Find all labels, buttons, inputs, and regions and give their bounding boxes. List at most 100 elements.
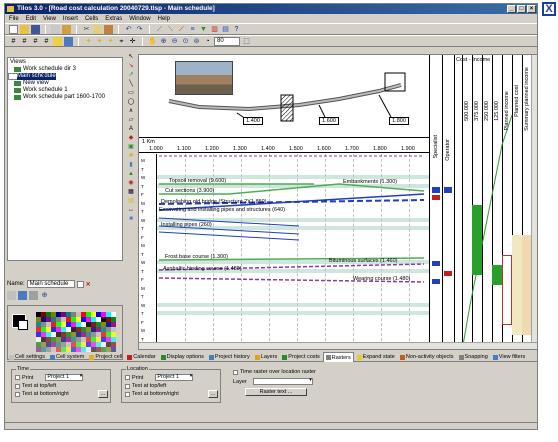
bg-color-swatch[interactable] [18, 320, 28, 330]
menu-insert[interactable]: Insert [63, 16, 78, 22]
tab-cell-system[interactable]: Cell system [48, 352, 86, 362]
time-more-button[interactable]: … [98, 390, 108, 398]
copy-icon[interactable] [93, 24, 102, 34]
location-topleft-checkbox[interactable] [125, 383, 130, 389]
grid-time-icon[interactable]: # [31, 37, 40, 46]
report-icon[interactable]: ▤ [221, 25, 230, 34]
pointer-icon[interactable]: ↖ [127, 54, 135, 61]
zoom-all-icon[interactable]: ⊚ [192, 37, 201, 46]
activity-label[interactable]: Bituminous surfaces (1.460) [329, 258, 397, 264]
tab-rasters[interactable]: Rasters [322, 352, 354, 362]
list-item[interactable]: Work schedule 1 [8, 87, 122, 94]
vertical-scrollbar[interactable] [531, 55, 537, 345]
link-sequence-icon[interactable]: ⟍ [166, 25, 175, 34]
zoom-combo[interactable]: 80 [214, 36, 240, 46]
raster-text-button[interactable]: Raster text ... [245, 388, 307, 396]
window-close-icon[interactable]: × [527, 5, 536, 13]
menu-window[interactable]: Window [129, 16, 150, 22]
menu-file[interactable]: File [9, 16, 19, 22]
activity-label[interactable]: Frost base course (1.300) [165, 254, 228, 260]
crosshair-icon[interactable]: ⌖ [117, 37, 126, 46]
layer-icon[interactable] [53, 36, 62, 46]
grid-location-icon[interactable]: # [42, 37, 51, 46]
line-icon[interactable]: ╲ [127, 81, 135, 88]
activity-icon[interactable]: ↘ [127, 63, 135, 70]
tab-cell-settings[interactable]: Cell settings [7, 352, 47, 362]
name-field[interactable]: Main schedule [26, 280, 75, 288]
zoom-in-icon[interactable]: ⊕ [159, 37, 168, 46]
cut-icon[interactable]: ✂ [82, 25, 91, 34]
raster-over-checkbox[interactable] [233, 369, 238, 375]
tab-view-filters[interactable]: View filters [491, 352, 528, 362]
activity-label[interactable]: Installing pipes (260) [161, 222, 212, 228]
activity-label[interactable]: Asphaltic binding course (1.480) [163, 266, 242, 272]
menu-extras[interactable]: Extras [105, 16, 122, 22]
activity-label[interactable]: Wearing course (1.480) [353, 276, 410, 282]
crosshair2-icon[interactable]: ✛ [128, 37, 137, 46]
unlink-icon[interactable]: ⟋ [177, 25, 186, 34]
location-more-button[interactable]: … [208, 390, 218, 398]
activity-label[interactable]: Cut sections (3.900) [165, 188, 214, 194]
grid-snap-icon[interactable]: # [20, 37, 29, 46]
ellipse-icon[interactable]: ◯ [127, 99, 135, 106]
graph-icon[interactable]: ▲ [127, 171, 135, 178]
table-icon[interactable] [64, 36, 73, 46]
arrange-icon[interactable]: ≡ [188, 25, 197, 34]
redo-icon[interactable]: ↷ [135, 25, 144, 34]
text-icon[interactable]: A [127, 126, 135, 133]
undo-icon[interactable]: ↶ [124, 25, 133, 34]
list-item[interactable]: New view [8, 80, 122, 87]
paste-icon[interactable] [104, 24, 113, 34]
layer-select[interactable] [252, 378, 313, 385]
polygon-icon[interactable]: ▱ [127, 117, 135, 124]
schedule-canvas[interactable]: 1.400 1.600 1.800 1 Km 1.000 1.100 1.200… [138, 54, 538, 350]
menu-view[interactable]: View [43, 16, 56, 22]
tab-expand-state[interactable]: Expand state [355, 352, 397, 362]
filter-icon[interactable]: ▼ [199, 25, 208, 34]
refresh-icon[interactable]: ◔ [203, 37, 212, 46]
star-icon[interactable]: ✦ [84, 37, 93, 46]
tab-calendar[interactable]: Calendar [125, 352, 157, 362]
print-view-icon[interactable] [29, 291, 38, 300]
new-file-icon[interactable] [9, 24, 18, 34]
rect-icon[interactable]: ▭ [127, 90, 135, 97]
time-topleft-checkbox[interactable] [15, 383, 20, 389]
star3-icon[interactable]: ✦ [106, 37, 115, 46]
milestone-icon[interactable]: ◉ [127, 180, 135, 187]
location-project-select[interactable]: Project 1 [155, 374, 194, 381]
fill-icon[interactable]: ◆ [127, 135, 135, 142]
activity-label[interactable]: Demolishing old bridge (Structure 2)(1.8… [161, 199, 266, 205]
copy-view-icon[interactable] [7, 291, 16, 300]
stamp-icon[interactable]: ■ [127, 216, 135, 223]
activity-label[interactable]: Excavating and installing pipes and stru… [159, 207, 285, 213]
delete-view-icon[interactable]: ✕ [86, 281, 91, 288]
tab-project-costs[interactable]: Project costs [280, 352, 321, 362]
print-preview-icon[interactable] [62, 24, 71, 34]
help-icon[interactable]: ? [232, 25, 241, 34]
view-props-icon[interactable] [18, 291, 27, 300]
menu-cells[interactable]: Cells [85, 16, 98, 22]
link-icon[interactable]: ⟋ [155, 25, 164, 34]
link-tool-icon[interactable]: ↗ [127, 72, 135, 79]
tab-display-options[interactable]: Display options [159, 352, 206, 362]
close-icon[interactable]: X [542, 2, 556, 16]
bar-icon[interactable]: ▮ [127, 162, 135, 169]
tab-project-cell[interactable]: Project cell [87, 352, 124, 362]
menu-edit[interactable]: Edit [26, 16, 36, 22]
print-icon[interactable] [51, 24, 60, 34]
star2-icon[interactable]: ✦ [95, 37, 104, 46]
time-print-checkbox[interactable] [15, 375, 20, 380]
table-tool-icon[interactable]: ▦ [127, 189, 135, 196]
zoom-out-icon[interactable]: ⊖ [170, 37, 179, 46]
polyline-icon[interactable]: ∧ [127, 108, 135, 115]
maximize-icon[interactable]: □ [517, 5, 526, 13]
location-bottomright-checkbox[interactable] [125, 391, 130, 397]
grid-icon[interactable]: # [9, 37, 18, 46]
chart-icon[interactable]: ▥ [210, 25, 219, 34]
select-cursor-icon[interactable]: ⬚ [242, 37, 251, 46]
pan-icon[interactable]: ✋ [148, 37, 157, 46]
open-folder-icon[interactable] [20, 24, 29, 34]
menu-help[interactable]: Help [158, 16, 170, 22]
activity-label[interactable]: Embankments (1.300) [343, 179, 397, 185]
list-item[interactable]: Main schedule [8, 73, 56, 80]
